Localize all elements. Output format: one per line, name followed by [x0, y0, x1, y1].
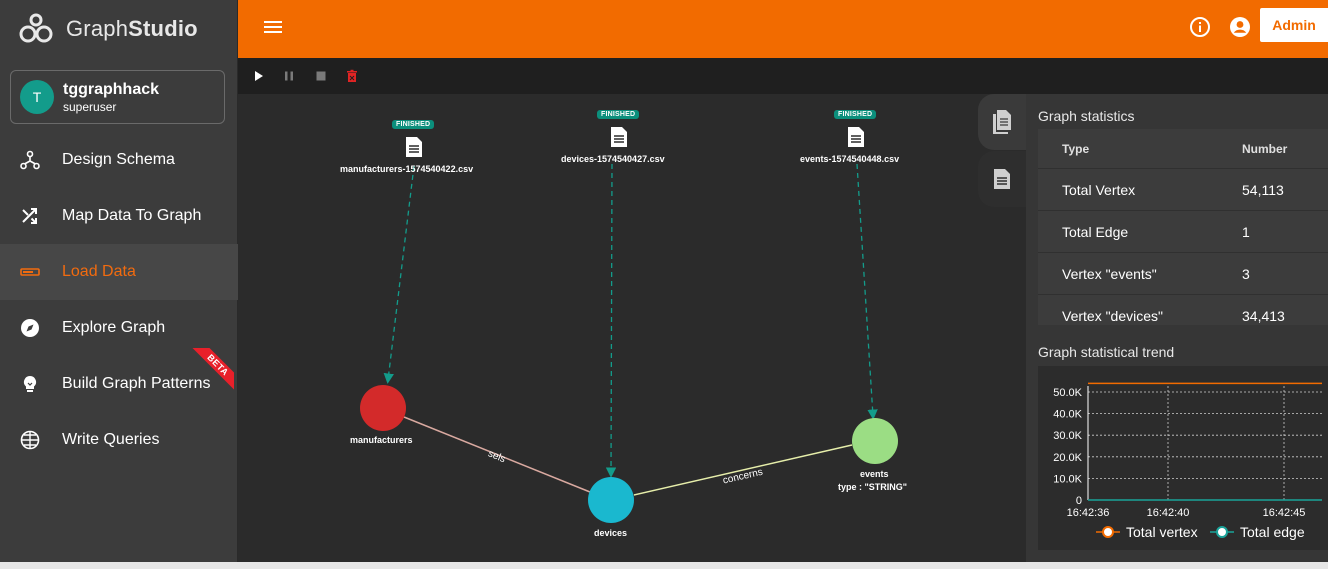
nav-item-map-data-to-graph[interactable]: Map Data To Graph [0, 188, 238, 244]
cell-type: Vertex "devices" [1062, 307, 1163, 324]
tab-statistics[interactable] [978, 94, 1026, 150]
legend-label: Total vertex [1126, 524, 1198, 540]
legend-label: Total edge [1240, 524, 1305, 540]
vertex-events[interactable] [852, 418, 898, 464]
trend-chart[interactable]: 50.0K 40.0K 30.0K 20.0K 10.0K 0 16:42:36 16:42:… [1038, 366, 1328, 550]
legend-marker [1216, 526, 1228, 538]
sidebar: GraphStudio T tggraphhack superuser Desi… [0, 0, 238, 569]
column-header-type: Type [1062, 141, 1090, 156]
y-tick-label: 20.0K [1053, 452, 1082, 464]
cell-number: 54,113 [1242, 181, 1284, 198]
legend-marker [1102, 526, 1114, 538]
file-to-vertex-link [856, 163, 878, 420]
table-row: Total Vertex 54,113 [1038, 169, 1328, 211]
cell-number: 34,413 [1242, 307, 1285, 324]
nav-label: Design Schema [62, 151, 175, 168]
trend-title: Graph statistical trend [1038, 344, 1175, 360]
nav-label: Write Queries [62, 431, 160, 448]
vertex-label: manufacturers [350, 435, 413, 445]
menu-icon[interactable] [262, 18, 284, 38]
trend-chart-svg: 50.0K 40.0K 30.0K 20.0K 10.0K 016:42:36 16:42:… [1053, 382, 1322, 540]
file-name: manufacturers-1574540422.csv [340, 164, 474, 174]
status-badge: FINISHED [392, 120, 435, 129]
y-tick-label: 30.0K [1053, 430, 1082, 442]
column-header-number: Number [1242, 141, 1288, 156]
y-tick-label: 0 [1076, 495, 1082, 507]
app-logo[interactable]: GraphStudio [0, 0, 237, 57]
file-icon[interactable] [847, 126, 865, 148]
globe-icon [20, 430, 40, 450]
file-icon[interactable] [610, 126, 628, 148]
user-role: superuser [63, 99, 117, 114]
info-icon[interactable] [1189, 16, 1211, 38]
y-tick-label: 40.0K [1053, 409, 1082, 421]
vertex-type-label: type : "STRING" [838, 482, 908, 492]
sidebar-nav: Design Schema Map Data To Graph Load Dat… [0, 132, 238, 468]
document-icon [994, 169, 1010, 189]
nav-item-load-data[interactable]: Load Data [0, 244, 238, 300]
nav-label: Map Data To Graph [62, 207, 202, 224]
bottom-scrollbar[interactable] [0, 562, 1328, 569]
schema-icon [20, 150, 40, 170]
y-tick-label: 50.0K [1053, 387, 1082, 399]
x-tick-label: 16:42:40 [1147, 507, 1190, 519]
status-badge: FINISHED [834, 110, 877, 119]
cell-number: 1 [1242, 223, 1250, 240]
file-to-vertex-link [605, 163, 617, 478]
vertex-label: events [860, 469, 889, 479]
delete-icon[interactable] [345, 69, 359, 83]
cell-number: 3 [1242, 265, 1250, 282]
cell-type: Total Edge [1062, 223, 1129, 240]
status-badge: FINISHED [597, 110, 640, 119]
vertex-devices[interactable] [588, 477, 634, 523]
admin-button[interactable]: Admin [1260, 8, 1328, 42]
graphstudio-logo-icon [19, 13, 53, 42]
cell-type: Vertex "events" [1062, 265, 1157, 282]
table-header: Type Number [1038, 129, 1328, 169]
play-icon[interactable] [252, 69, 266, 83]
file-to-vertex-link [383, 165, 415, 384]
shuffle-icon [20, 206, 40, 226]
beta-badge: BETA [190, 348, 234, 392]
cell-type: Total Vertex [1062, 181, 1136, 198]
vertex-manufacturers[interactable] [360, 385, 406, 431]
stats-title: Graph statistics [1038, 108, 1135, 124]
tab-log[interactable] [978, 151, 1026, 207]
nav-item-write-queries[interactable]: Write Queries [0, 412, 238, 468]
nav-label: Load Data [62, 263, 136, 280]
pause-icon[interactable] [282, 69, 296, 83]
stats-table[interactable]: Type Number Total Vertex 54,113 Total Ed… [1038, 129, 1328, 325]
top-bar: Admin [238, 0, 1328, 58]
load-toolbar [238, 58, 1328, 94]
loading-graph-canvas[interactable]: sels concerns FINISHED manufacturers-157… [238, 94, 1026, 562]
y-tick-label: 10.0K [1053, 473, 1082, 485]
account-icon[interactable] [1229, 16, 1251, 38]
file-icon[interactable] [405, 136, 423, 158]
table-row: Vertex "events" 3 [1038, 253, 1328, 295]
x-tick-label: 16:42:36 [1067, 507, 1110, 519]
file-name: events-1574540448.csv [800, 154, 900, 164]
files-icon [993, 110, 1011, 134]
load-icon [20, 262, 40, 282]
table-row: Total Edge 1 [1038, 211, 1328, 253]
table-row: Vertex "devices" 34,413 [1038, 295, 1328, 325]
avatar: T [20, 80, 54, 114]
nav-label: Explore Graph [62, 319, 166, 336]
vertex-label: devices [594, 528, 628, 538]
nav-item-design-schema[interactable]: Design Schema [0, 132, 238, 188]
compass-icon [20, 318, 40, 338]
x-tick-label: 16:42:45 [1263, 507, 1306, 519]
stop-icon[interactable] [314, 69, 328, 83]
bulb-icon [20, 374, 40, 394]
edge-label-sels: sels [486, 448, 507, 465]
nav-label: Build Graph Patterns [62, 375, 211, 392]
nav-item-build-graph-patterns[interactable]: Build Graph Patterns BETA [0, 348, 238, 412]
panel-tabs [978, 94, 1026, 214]
app-name: GraphStudio [66, 15, 198, 41]
file-name: devices-1574540427.csv [561, 154, 665, 164]
user-card[interactable]: T tggraphhack superuser [10, 70, 225, 124]
user-name: tggraphhack [63, 80, 160, 98]
statistics-panel: Graph statistics Type Number Total Verte… [1026, 94, 1328, 562]
